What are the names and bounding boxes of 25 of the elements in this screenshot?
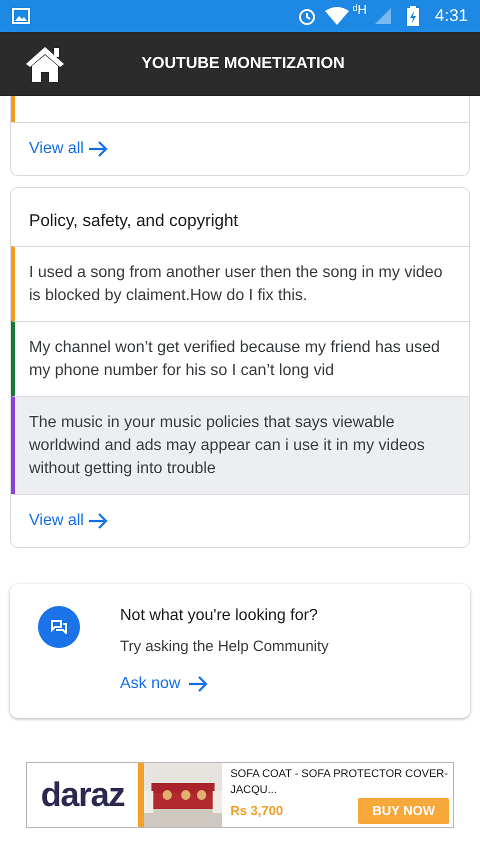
help-subtitle: Try asking the Help Community	[120, 636, 329, 656]
signal-icon	[374, 8, 391, 24]
wifi-icon	[324, 7, 349, 25]
product-title: SOFA COAT - SOFA PROTECTOR COVER-JACQU...	[230, 767, 449, 798]
home-icon[interactable]	[24, 45, 66, 83]
battery-icon	[406, 6, 419, 26]
question-item[interactable]: The music in your music policies that says viewable worldwind and ads may appear can i use it in my videos without getting into trouble	[11, 396, 469, 494]
ad-banner[interactable]: daraz SOFA COAT - SOFA PROTECTOR COVER-JACQU... Rs 3,700 BUY NOW	[26, 762, 454, 828]
time-label: 4:31	[434, 5, 468, 28]
chat-icon	[38, 606, 80, 648]
arrow-right-icon	[88, 140, 108, 158]
network-label: ᵈH	[352, 1, 367, 19]
ask-now-link[interactable]: Ask now	[120, 672, 208, 696]
view-all-link[interactable]: View all	[29, 137, 108, 161]
help-title: Not what you're looking for?	[120, 606, 319, 626]
price-label: Rs 3,700	[230, 802, 284, 820]
view-all-link[interactable]: View all	[29, 508, 108, 532]
arrow-right-icon	[188, 675, 208, 693]
alarm-icon	[296, 6, 317, 26]
brand-logo: daraz	[40, 774, 126, 816]
question-item[interactable]: I used a song from another user then the song in my video is blocked by claiment.How do I fix this.	[11, 246, 469, 320]
page-title: YOUTUBE MONETIZATION	[140, 54, 346, 74]
arrow-right-icon	[88, 512, 108, 530]
gallery-icon	[12, 8, 30, 24]
card-title: Policy, safety, and copyright	[28, 210, 240, 232]
